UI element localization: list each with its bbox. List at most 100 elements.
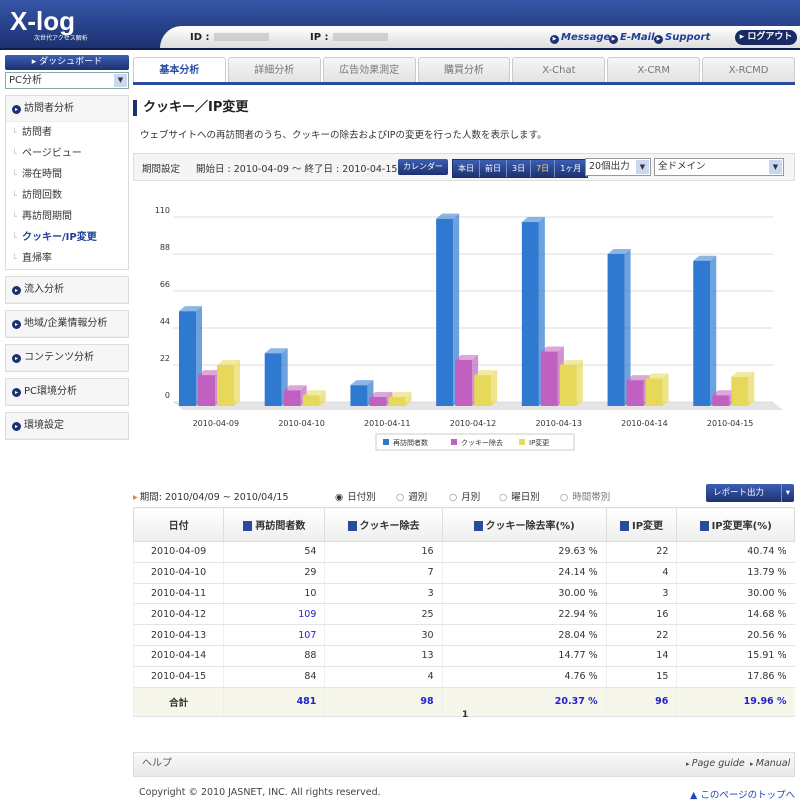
sidebar-item-visit-count[interactable]: 訪問回数 <box>6 185 128 206</box>
manual-link[interactable]: Manual <box>750 753 791 775</box>
table-cell: 84 <box>223 666 325 688</box>
analysis-select[interactable]: PC分析 ▼ <box>5 72 129 89</box>
sidebar-group-visitor: 訪問者分析 訪問者 ページビュー 滞在時間 訪問回数 再訪問期間 クッキー/IP… <box>5 95 129 270</box>
table-cell: 3 <box>605 583 677 605</box>
x-tick-label: 2010-04-12 <box>450 419 497 428</box>
output-count-select[interactable]: 20個出力 ▼ <box>585 158 651 176</box>
sidebar-item-revisit-period[interactable]: 再訪問期間 <box>6 206 128 227</box>
ip-label: IP : <box>310 32 388 43</box>
table-cell: 13.79 % <box>676 562 795 584</box>
sidebar-group-content[interactable]: コンテンツ分析 <box>6 345 128 371</box>
report-export-button[interactable]: レポート出力 <box>706 484 794 502</box>
radio-weekday[interactable]: 曜日別 <box>499 489 540 503</box>
back-to-top-link[interactable]: ▲ このページのトップへ <box>690 787 795 801</box>
sidebar-group-header[interactable]: 訪問者分析 <box>6 96 128 122</box>
header: X-log次世代アクセス解析 ID : IP : Message E-Mail … <box>0 0 800 50</box>
dashboard-button[interactable]: ▸ ダッシュボード <box>5 55 129 70</box>
column-header[interactable]: クッキー除去 <box>324 507 443 542</box>
bar-2-0 <box>217 360 240 406</box>
range-7days[interactable]: 7日 <box>531 160 556 177</box>
table-cell: 4 <box>605 562 677 584</box>
legend-swatch <box>451 439 457 445</box>
table-cell: 29.63 % <box>441 541 607 563</box>
email-link[interactable]: E-Mail <box>609 32 655 44</box>
logo[interactable]: X-log 次世代アクセス解析 <box>10 6 88 42</box>
range-1month[interactable]: 1ヶ月 <box>555 160 588 177</box>
table-cell: 22 <box>605 624 677 646</box>
range-3days[interactable]: 3日 <box>507 160 532 177</box>
y-tick-label: 44 <box>160 317 170 326</box>
radio-monthly[interactable]: 月別 <box>449 489 480 503</box>
tab-detail[interactable]: 詳細分析 <box>227 57 321 82</box>
pagination-page-1[interactable]: 1 <box>462 710 468 720</box>
sidebar-group-pc-env[interactable]: PC環境分析 <box>6 379 128 405</box>
column-header[interactable]: IP変更率(%) <box>676 507 795 542</box>
table-cell: 107 <box>223 624 325 646</box>
quick-range: 本日 前日 3日 7日 1ヶ月 <box>452 159 589 178</box>
sort-icon <box>347 521 357 531</box>
column-header[interactable]: 再訪問者数 <box>223 507 326 542</box>
help-bar: ヘルプ Page guide Manual <box>133 752 795 777</box>
support-link[interactable]: Support <box>654 32 710 44</box>
total-cell: 481 <box>223 686 325 717</box>
main-tabs: 基本分析 詳細分析 広告効果測定 購買分析 X-Chat X-CRM X-RCM… <box>133 57 796 85</box>
sidebar-item-pageview[interactable]: ページビュー <box>6 143 128 164</box>
legend-swatch <box>383 439 389 445</box>
tab-purchase[interactable]: 購買分析 <box>417 57 511 82</box>
sidebar-item-bounce-rate[interactable]: 直帰率 <box>6 248 128 269</box>
tab-x-crm[interactable]: X-CRM <box>607 57 701 82</box>
range-yesterday[interactable]: 前日 <box>480 160 507 177</box>
date-range: 開始日 : 2010-04-09 ～ 終了日 : 2010-04-15 <box>196 164 398 175</box>
table-row: 2010-04-09 54 16 29.63 % 22 40.74 % <box>132 541 795 563</box>
logout-button[interactable]: ▸ ログアウト <box>735 30 797 45</box>
table-cell: 13 <box>324 645 443 667</box>
info-bar: ID : IP : Message E-Mail Support ▸ ログアウト <box>160 26 800 48</box>
help-label: ヘルプ <box>142 758 172 769</box>
column-header-label: クッキー除去率(%) <box>485 521 575 532</box>
table-cell: 2010-04-14 <box>132 645 224 667</box>
y-tick-label: 0 <box>165 391 170 400</box>
id-label: ID : <box>190 32 269 43</box>
y-tick-label: 22 <box>160 354 170 363</box>
radio-hourly[interactable]: 時間帯別 <box>560 489 610 503</box>
sidebar-group-inflow[interactable]: 流入分析 <box>6 277 128 303</box>
x-tick-label: 2010-04-11 <box>364 419 411 428</box>
table-row: 2010-04-12 109 25 22.94 % 16 14.68 % <box>132 603 795 626</box>
table-cell: 7 <box>324 562 443 584</box>
column-header-label: 再訪問者数 <box>255 521 306 532</box>
data-table: 日付 再訪問者数 クッキー除去 クッキー除去率(%) IP変更 IP変更率(%) 2010… <box>132 507 795 717</box>
message-link[interactable]: Message <box>550 32 610 44</box>
domain-select[interactable]: 全ドメイン ▼ <box>654 158 784 176</box>
sidebar-group-region[interactable]: 地域/企業情報分析 <box>6 311 128 337</box>
bar-2-5 <box>645 373 669 406</box>
tab-x-rcmd[interactable]: X-RCMD <box>702 57 796 82</box>
calendar-button[interactable]: カレンダー <box>398 159 448 175</box>
table-cell: 15 <box>605 666 677 688</box>
table-cell: 20.56 % <box>676 624 795 646</box>
radio-weekly[interactable]: 週別 <box>396 489 427 503</box>
sidebar-group-settings[interactable]: 環境設定 <box>6 413 128 439</box>
sidebar-item-duration[interactable]: 滞在時間 <box>6 164 128 185</box>
sidebar-item-visitors[interactable]: 訪問者 <box>6 122 128 143</box>
tab-basic[interactable]: 基本分析 <box>133 57 226 82</box>
bar-chart: 0 22 44 66 88 110 2010-04-09 2010-04-10 2010-04-… <box>155 206 783 451</box>
total-cell: 合計 <box>132 686 224 717</box>
range-today[interactable]: 本日 <box>453 160 480 177</box>
y-tick-label: 110 <box>155 206 170 215</box>
page-guide-link[interactable]: Page guide <box>686 753 745 775</box>
table-row: 2010-04-11 10 3 30.00 % 3 30.00 % <box>132 583 795 605</box>
tab-ad[interactable]: 広告効果測定 <box>322 57 416 82</box>
x-tick-label: 2010-04-13 <box>535 419 582 428</box>
column-header[interactable]: IP変更 <box>605 507 678 542</box>
table-cell: 3 <box>324 583 443 605</box>
tab-x-chat[interactable]: X-Chat <box>512 57 606 82</box>
table-row: 2010-04-14 88 13 14.77 % 14 15.91 % <box>132 645 795 667</box>
table-cell: 22 <box>605 541 677 563</box>
table-cell: 4 <box>324 666 443 688</box>
column-header[interactable]: クッキー除去率(%) <box>441 507 607 542</box>
table-cell: 15.91 % <box>676 645 795 667</box>
radio-daily[interactable]: 日付別 <box>335 489 376 503</box>
table-cell: 16 <box>605 603 677 626</box>
sidebar-item-cookie-ip[interactable]: クッキー/IP変更 <box>6 227 128 248</box>
column-header-label: クッキー除去 <box>359 521 420 532</box>
